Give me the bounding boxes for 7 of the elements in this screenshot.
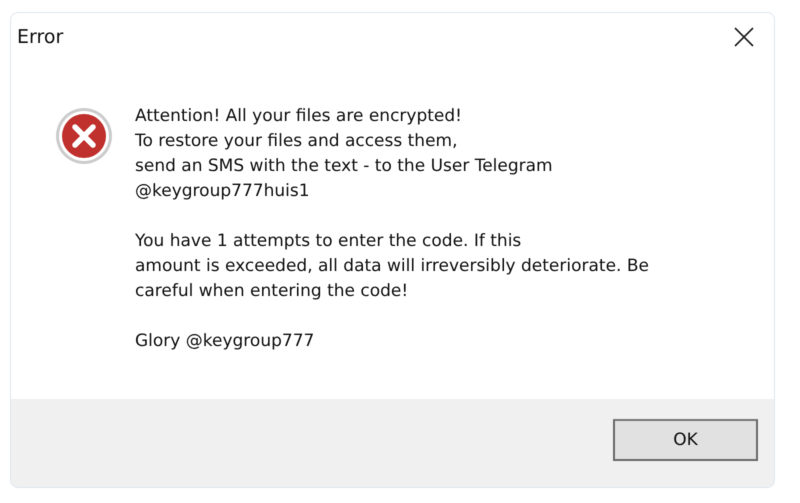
- message-text: Glory @keygroup777: [135, 330, 316, 353]
- error-icon: [55, 107, 113, 165]
- ok-button[interactable]: OK: [613, 419, 758, 461]
- window-title: Error: [17, 26, 64, 48]
- close-icon: [734, 27, 754, 47]
- message-text: Attention! All your files are encrypted! To restore your files and access them, send an SMS with the text - to the User Telegram @keygroup777huis1: [135, 105, 554, 203]
- message-text: You have 1 attempts to enter the code. If this amount is exceeded, all data will irreversibly deteriorate. Be careful when entering the code!: [135, 230, 649, 303]
